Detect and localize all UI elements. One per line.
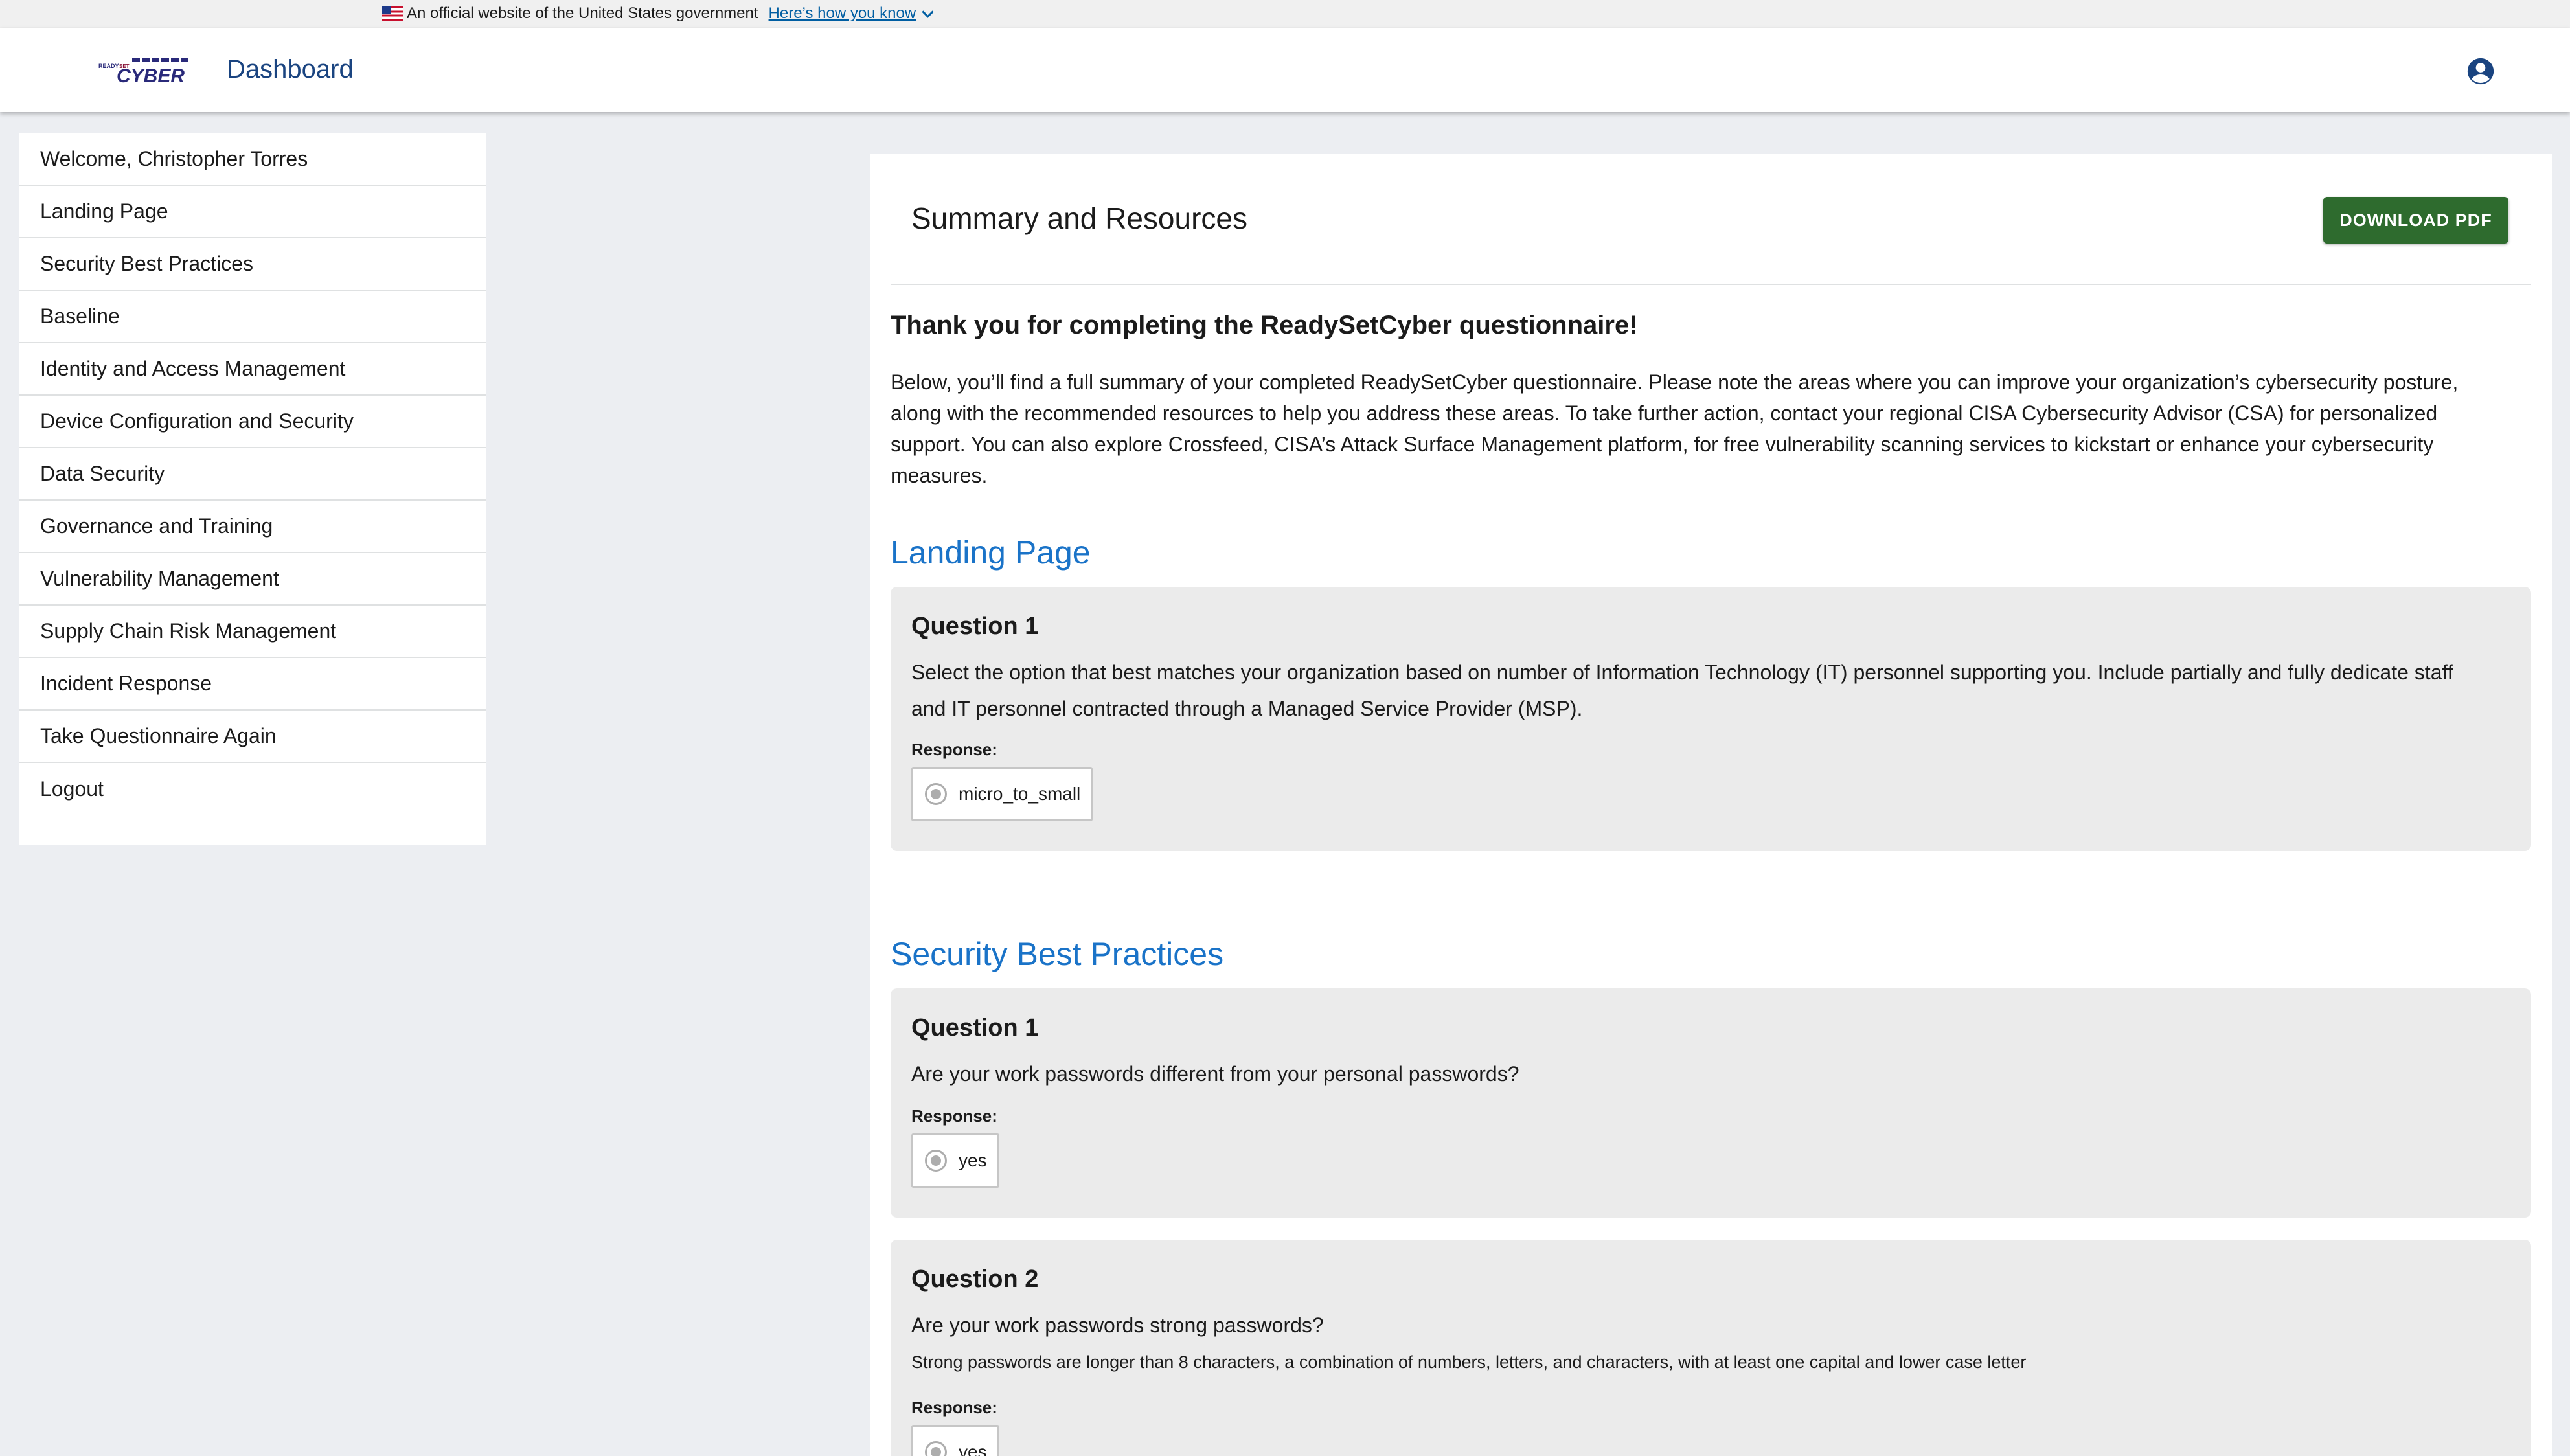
sidebar-item-label: Data Security <box>40 462 165 485</box>
sidebar-item-label: Welcome, Christopher Torres <box>40 147 308 170</box>
sidebar-item-security-best-practices[interactable]: Security Best Practices <box>19 238 486 291</box>
thank-you-heading: Thank you for completing the ReadySetCyb… <box>891 311 1638 339</box>
question-text: Select the option that best matches your… <box>911 661 2453 720</box>
response-option: micro_to_small <box>911 767 1093 821</box>
sidebar-item-label: Landing Page <box>40 199 168 223</box>
download-pdf-button[interactable]: DOWNLOAD PDF <box>2323 197 2508 244</box>
question-text: Are your work passwords different from y… <box>911 1062 1519 1086</box>
sidebar-nav: Welcome, Christopher Torres Landing Page… <box>19 133 486 845</box>
sidebar-item-label: Device Configuration and Security <box>40 409 354 433</box>
gov-official-text: An official website of the United States… <box>407 5 758 22</box>
svg-text:CYBER: CYBER <box>117 65 185 86</box>
svg-text:READY: READY <box>98 63 119 69</box>
response-value: yes <box>959 1150 987 1170</box>
sidebar-item-baseline[interactable]: Baseline <box>19 291 486 343</box>
sidebar-item-label: Governance and Training <box>40 514 273 538</box>
chevron-down-icon <box>922 5 934 18</box>
sidebar-item-welcome: Welcome, Christopher Torres <box>19 133 486 186</box>
radio-selected-icon <box>925 783 947 805</box>
sidebar-item-label: Security Best Practices <box>40 252 253 275</box>
heres-how-you-know-link[interactable]: Here’s how you know <box>768 5 934 23</box>
sidebar-item-incident-response[interactable]: Incident Response <box>19 658 486 711</box>
response-option: yes <box>911 1133 999 1188</box>
question-title: Question 1 <box>911 1014 1039 1041</box>
question-card: Question 2 Are your work passwords stron… <box>891 1240 2531 1456</box>
readysetcyber-logo[interactable]: READY SET CYBER <box>98 54 192 86</box>
question-card: Question 1 Select the option that best m… <box>891 587 2531 851</box>
radio-selected-icon <box>925 1441 947 1456</box>
section-title-security-best-practices: Security Best Practices <box>891 936 1224 972</box>
response-value: micro_to_small <box>959 784 1081 804</box>
sidebar-item-identity-access[interactable]: Identity and Access Management <box>19 343 486 396</box>
response-option: yes <box>911 1425 999 1456</box>
sidebar-item-label: Vulnerability Management <box>40 567 279 590</box>
sidebar-item-label: Incident Response <box>40 672 212 695</box>
sidebar-item-governance-training[interactable]: Governance and Training <box>19 501 486 553</box>
sidebar-item-supply-chain[interactable]: Supply Chain Risk Management <box>19 606 486 658</box>
sidebar-item-label: Logout <box>40 777 104 801</box>
app-header: READY SET CYBER Dashboard <box>0 28 2570 112</box>
question-text: Are your work passwords strong passwords… <box>911 1314 1324 1337</box>
response-label: Response: <box>911 1106 997 1126</box>
section-title-landing-page: Landing Page <box>891 534 1091 571</box>
sidebar-item-landing-page[interactable]: Landing Page <box>19 186 486 238</box>
response-label: Response: <box>911 740 997 759</box>
sidebar-item-vulnerability-management[interactable]: Vulnerability Management <box>19 553 486 606</box>
sidebar-item-label: Baseline <box>40 304 120 328</box>
us-flag-icon <box>382 6 403 21</box>
sidebar-item-label: Take Questionnaire Again <box>40 724 277 747</box>
sidebar-item-label: Supply Chain Risk Management <box>40 619 337 643</box>
summary-panel: Summary and Resources DOWNLOAD PDF Thank… <box>870 154 2552 1456</box>
radio-selected-icon <box>925 1150 947 1172</box>
sidebar-item-device-configuration[interactable]: Device Configuration and Security <box>19 396 486 448</box>
header-title[interactable]: Dashboard <box>227 55 354 84</box>
sidebar-item-logout[interactable]: Logout <box>19 763 486 815</box>
question-card: Question 1 Are your work passwords diffe… <box>891 988 2531 1218</box>
page-title: Summary and Resources <box>911 201 1247 235</box>
sidebar-item-label: Identity and Access Management <box>40 357 346 380</box>
response-label: Response: <box>911 1398 997 1417</box>
question-title: Question 1 <box>911 613 1039 640</box>
intro-paragraph: Below, you’ll find a full summary of you… <box>891 370 2459 487</box>
response-value: yes <box>959 1442 987 1456</box>
heres-how-you-know-label: Here’s how you know <box>768 5 916 22</box>
gov-banner: An official website of the United States… <box>0 0 2570 28</box>
account-circle-icon[interactable] <box>2466 57 2495 85</box>
question-help-text: Strong passwords are longer than 8 chara… <box>911 1352 2027 1372</box>
divider <box>891 284 2531 285</box>
sidebar-item-take-again[interactable]: Take Questionnaire Again <box>19 711 486 763</box>
question-title: Question 2 <box>911 1266 1039 1293</box>
sidebar-item-data-security[interactable]: Data Security <box>19 448 486 501</box>
